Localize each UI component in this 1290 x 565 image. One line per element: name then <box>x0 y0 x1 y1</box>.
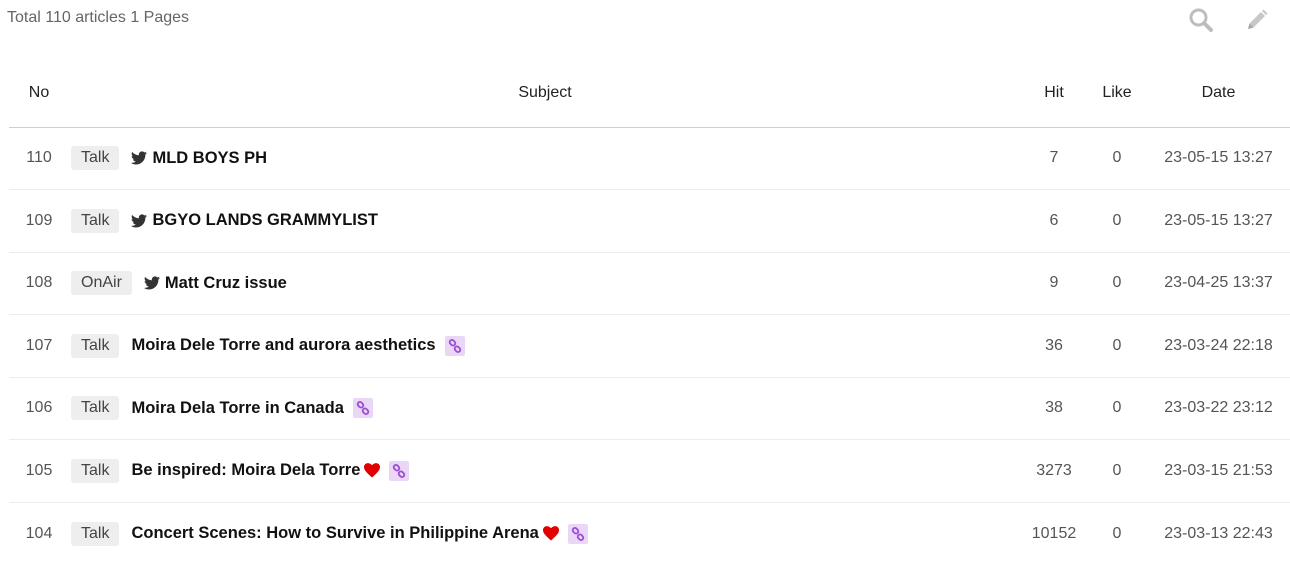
article-number: 109 <box>9 189 69 253</box>
post-date: 23-04-25 13:37 <box>1147 252 1290 315</box>
article-title-link[interactable]: Be inspired: Moira Dela Torre <box>131 461 360 480</box>
article-title-link[interactable]: BGYO LANDS GRAMMYLIST <box>152 211 378 230</box>
like-count: 0 <box>1087 127 1147 190</box>
article-title-link[interactable]: Matt Cruz issue <box>165 274 287 293</box>
hit-count: 38 <box>1021 377 1087 440</box>
article-title-link[interactable]: MLD BOYS PH <box>152 149 267 168</box>
like-count: 0 <box>1087 439 1147 503</box>
article-subject: Talk Concert Scenes: How to Survive in Ph… <box>69 502 1021 565</box>
article-subject: Talk BGYO LANDS GRAMMYLIST <box>69 189 1021 253</box>
article-subject: Talk MLD BOYS PH <box>69 127 1021 190</box>
like-count: 0 <box>1087 377 1147 440</box>
category-badge[interactable]: Talk <box>71 458 120 483</box>
hit-count: 7 <box>1021 127 1087 190</box>
category-badge[interactable]: Talk <box>71 208 120 233</box>
hit-count: 3273 <box>1021 439 1087 503</box>
link-icon <box>444 335 465 356</box>
list-header-bar: Total 110 articles 1 Pages <box>0 0 1290 60</box>
hit-count: 10152 <box>1031 524 1077 542</box>
article-count-summary: Total 110 articles 1 Pages <box>7 9 190 26</box>
like-count: 0 <box>1112 524 1122 542</box>
article-number: 105 <box>9 439 69 503</box>
article-number: 108 <box>9 252 69 315</box>
category-badge[interactable]: Talk <box>71 333 120 358</box>
table-row[interactable]: 107 Talk Moira Dele Torre and aurora aesth… <box>9 314 1290 378</box>
table-header-row: No Subject Hit Like Date <box>9 60 1290 128</box>
column-header-hit: Hit <box>1021 60 1087 128</box>
article-subject: Talk Moira Dele Torre and aurora aestheti… <box>69 314 1021 378</box>
category-badge[interactable]: Talk <box>71 396 120 421</box>
search-icon[interactable] <box>1188 7 1214 33</box>
column-header-no: No <box>9 60 69 128</box>
table-row[interactable]: 108 OnAir Matt Cruz issue 9 0 23-04-25 13:37 <box>9 252 1290 315</box>
post-date: 23-03-13 22:43 <box>1164 524 1273 542</box>
category-badge[interactable]: Talk <box>71 146 120 171</box>
twitter-icon <box>143 276 160 290</box>
list-toolbar <box>1188 7 1270 33</box>
column-header-subject: Subject <box>69 60 1021 128</box>
like-count: 0 <box>1087 252 1147 315</box>
twitter-icon <box>131 151 148 165</box>
table-row[interactable]: 105 Talk Be inspired: Moira Dela Torre 3273… <box>9 439 1290 503</box>
pencil-icon[interactable] <box>1244 7 1270 33</box>
hit-count: 36 <box>1021 314 1087 378</box>
hit-count: 9 <box>1021 252 1087 315</box>
article-number: 104 <box>25 524 53 542</box>
link-icon <box>567 523 588 544</box>
post-date: 23-05-15 13:27 <box>1147 189 1290 253</box>
hit-count: 6 <box>1021 189 1087 253</box>
article-number: 106 <box>9 377 69 440</box>
heart-icon <box>542 526 559 541</box>
post-date: 23-05-15 13:27 <box>1147 127 1290 190</box>
article-number: 110 <box>9 127 69 190</box>
column-header-date: Date <box>1147 60 1290 128</box>
like-count: 0 <box>1087 189 1147 253</box>
article-subject: Talk Moira Dela Torre in Canada <box>69 377 1021 440</box>
category-badge[interactable]: Talk <box>71 521 120 546</box>
post-date: 23-03-22 23:12 <box>1147 377 1290 440</box>
heart-icon <box>364 463 381 478</box>
link-icon <box>389 460 410 481</box>
article-title-link[interactable]: Moira Dele Torre and aurora aesthetics <box>131 336 435 355</box>
article-number: 107 <box>9 314 69 378</box>
table-row[interactable]: 109 Talk BGYO LANDS GRAMMYLIST 6 0 23-05-15 1… <box>9 189 1290 253</box>
article-table: No Subject Hit Like Date 110 Talk MLD BOYS… <box>9 60 1290 565</box>
table-row[interactable]: 106 Talk Moira Dela Torre in Canada 38 0 23-0… <box>9 377 1290 440</box>
article-subject: OnAir Matt Cruz issue <box>69 252 1021 315</box>
article-subject: Talk Be inspired: Moira Dela Torre <box>69 439 1021 503</box>
category-badge[interactable]: OnAir <box>71 271 132 296</box>
link-icon <box>352 398 373 419</box>
post-date: 23-03-24 22:18 <box>1147 314 1290 378</box>
table-row[interactable]: 104 Talk Concert Scenes: How to Survive in… <box>9 502 1290 565</box>
twitter-icon <box>131 214 148 228</box>
like-count: 0 <box>1087 314 1147 378</box>
column-header-like: Like <box>1087 60 1147 128</box>
post-date: 23-03-15 21:53 <box>1147 439 1290 503</box>
article-title-link[interactable]: Concert Scenes: How to Survive in Philip… <box>131 524 538 543</box>
table-row[interactable]: 110 Talk MLD BOYS PH 7 0 23-05-15 13:27 <box>9 127 1290 190</box>
article-title-link[interactable]: Moira Dela Torre in Canada <box>131 399 343 418</box>
